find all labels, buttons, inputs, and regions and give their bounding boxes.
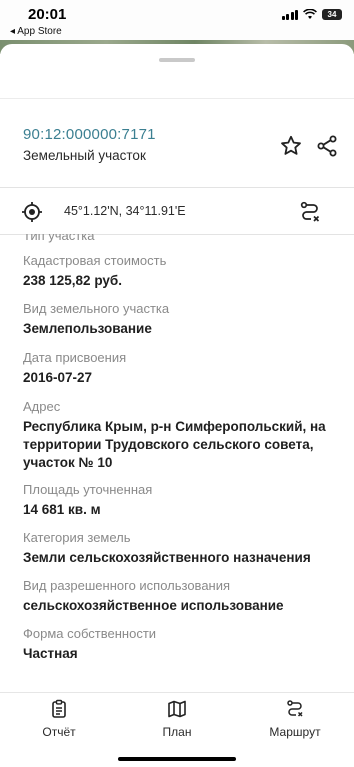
map-icon xyxy=(168,700,186,718)
battery-indicator: 34 xyxy=(322,9,342,20)
field-label: Площадь уточненная xyxy=(23,482,153,497)
field-address: Адрес Республика Крым, р-н Симферопольск… xyxy=(23,398,343,472)
field-label: Вид разрешенного использования xyxy=(23,578,231,593)
field-value: 2016-07-27 xyxy=(23,370,93,385)
tab-plan[interactable]: План xyxy=(132,699,222,743)
field-label: Кадастровая стоимость xyxy=(23,253,167,268)
field-value[interactable]: Республика Крым, р-н Симферопольский, на… xyxy=(23,418,343,472)
field-land-category: Категория земель Земли сельскохозяйствен… xyxy=(23,529,343,567)
field-parcel-kind: Вид земельного участка Землепользование xyxy=(23,300,343,338)
field-area: Площадь уточненная 14 681 кв. м xyxy=(23,481,343,519)
object-type: Земельный участок xyxy=(23,148,146,163)
field-label: Адрес xyxy=(23,399,61,414)
field-value: Земли сельскохозяйственного назначения xyxy=(23,550,311,565)
field-value: Землепользование xyxy=(23,321,152,336)
field-assignment-date: Дата присвоения 2016-07-27 xyxy=(23,349,343,387)
field-value: 14 681 кв. м xyxy=(23,502,101,517)
details-list: Тип участка Кадастровая стоимость 238 12… xyxy=(23,234,343,694)
bottom-tab-bar: Отчёт План Маршрут xyxy=(0,693,354,767)
field-value: Частная xyxy=(23,646,78,661)
status-icons: 34 xyxy=(281,9,342,20)
route-icon[interactable] xyxy=(298,200,322,224)
coordinates-text[interactable]: 45°1.12'N, 34°11.91'E xyxy=(64,204,186,218)
divider xyxy=(0,98,354,99)
field-label: Дата присвоения xyxy=(23,350,127,365)
route-icon xyxy=(287,700,303,717)
tab-label: Маршрут xyxy=(269,725,321,739)
bottom-sheet: 90:12:000000:7171 Земельный участок 45°1… xyxy=(0,44,354,767)
share-icon[interactable] xyxy=(315,134,339,158)
tab-label: Отчёт xyxy=(42,725,76,739)
sheet-grabber[interactable] xyxy=(159,58,195,62)
wifi-icon xyxy=(303,9,317,19)
field-value: 238 125,82 руб. xyxy=(23,273,122,288)
clipboard-icon xyxy=(52,699,66,718)
locate-crosshair-icon[interactable] xyxy=(21,201,43,223)
field-label: Форма собственности xyxy=(23,626,157,641)
tab-report[interactable]: Отчёт xyxy=(14,699,104,743)
field-cadastral-value: Кадастровая стоимость 238 125,82 руб. xyxy=(23,252,343,290)
field-label: Категория земель xyxy=(23,530,131,545)
field-ownership: Форма собственности Частная xyxy=(23,625,343,663)
field-label: Вид земельного участка xyxy=(23,301,170,316)
back-to-app-store-link[interactable]: ◂ App Store xyxy=(10,26,62,37)
home-indicator xyxy=(118,757,236,761)
cellular-signal-icon xyxy=(281,9,298,20)
favorite-star-icon[interactable] xyxy=(279,134,303,158)
tab-route[interactable]: Маршрут xyxy=(250,699,340,743)
status-time: 20:01 xyxy=(28,6,67,23)
tab-label: План xyxy=(162,725,192,739)
field-label-cut: Тип участка xyxy=(23,234,95,243)
field-value: сельскохозяйственное использование xyxy=(23,598,284,613)
field-permitted-use: Вид разрешенного использования сельскохо… xyxy=(23,577,343,615)
cadastral-number[interactable]: 90:12:000000:7171 xyxy=(23,126,156,143)
coordinates-row: 45°1.12'N, 34°11.91'E xyxy=(0,188,354,234)
status-bar: 20:01 ◂ App Store 34 xyxy=(0,0,354,40)
